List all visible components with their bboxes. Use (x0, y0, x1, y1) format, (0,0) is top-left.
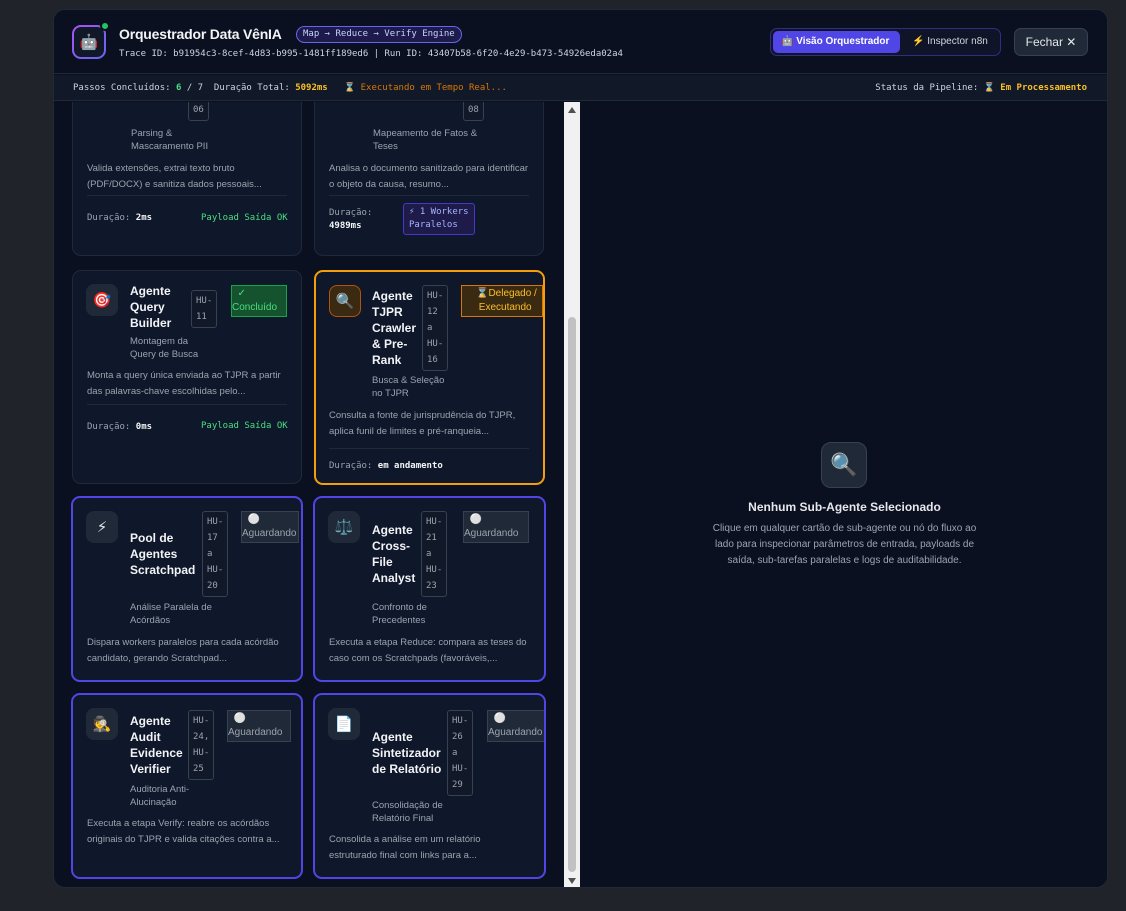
hu-badge: HU- 24, HU- 25 (188, 710, 215, 780)
agent-cards-grid: 06 Parsing & Mascaramento PII Valida ext… (54, 102, 564, 887)
agent-card-parsing[interactable]: 06 Parsing & Mascaramento PII Valida ext… (72, 102, 302, 256)
agent-subtitle: Mapeamento de Fatos & Teses (373, 128, 478, 152)
status-chip-waiting: ⚪ Aguardando (487, 710, 544, 742)
payload-status: Payload Saída OK (201, 421, 288, 431)
scroll-up-icon[interactable] (568, 107, 576, 113)
hu-badge: HU- 12 a HU- 16 (422, 285, 449, 371)
scroll-down-icon[interactable] (568, 878, 576, 884)
duration-value: 5092ms (295, 83, 328, 93)
status-bar: Passos Concluídos: 6 / 7 Duração Total: … (54, 75, 1107, 101)
engine-badge: Map → Reduce → Verify Engine (296, 26, 462, 43)
scales-icon: ⚖️ (328, 511, 360, 543)
live-status: ⌛ Executando em Tempo Real... (343, 83, 507, 93)
robot-logo-icon: 🤖 (72, 21, 110, 59)
agent-description: Consolida a análise em um relatório estr… (329, 834, 481, 861)
target-icon: 🎯 (86, 284, 118, 316)
agent-description: Executa a etapa Verify: reabre os acórdã… (87, 818, 280, 845)
agent-card-cross-file-analyst[interactable]: ⚖️ Agente Cross- File Analyst HU- 21 a H… (313, 496, 546, 682)
agent-name: Agente Sintetizador de Relatório (372, 730, 442, 776)
agent-card-query-builder[interactable]: 🎯 Agente Query Builder HU- 11 ✓ Concluíd… (72, 270, 302, 484)
view-toggle: 🤖 Visão Orquestrador ⚡ Inspector n8n (770, 28, 1001, 56)
tab-inspector-n8n[interactable]: ⚡ Inspector n8n (904, 31, 996, 53)
document-icon: 📄 (328, 708, 360, 740)
agent-description: Executa a etapa Reduce: compara as teses… (329, 637, 527, 664)
pipeline-label: Status da Pipeline: (875, 83, 979, 93)
status-chip-waiting: ⚪ Aguardando (227, 710, 291, 742)
trace-id: Trace ID: b91954c3-8cef-4d83-b995-1481ff… (119, 49, 623, 59)
hu-badge: HU- 26 a HU- 29 (447, 710, 474, 796)
inspector-panel: 🔍 Nenhum Sub-Agente Selecionado Clique e… (580, 102, 1107, 887)
card-divider (87, 404, 287, 405)
empty-state-description: Clique em qualquer cartão de sub-agente … (712, 523, 977, 566)
agent-subtitle: Auditoria Anti- Alucinação (130, 784, 190, 808)
duration-meta: Duração: 4989ms (329, 208, 373, 231)
steps-label: Passos Concluídos: (73, 83, 171, 93)
modal-header: 🤖 Orquestrador Data VênIA Map → Reduce →… (54, 10, 1107, 74)
status-chip-waiting: ⚪ Aguardando (463, 511, 529, 543)
agent-subtitle: Análise Paralela de Acórdãos (130, 602, 212, 626)
status-chip-done: ✓ Concluído (231, 285, 287, 317)
workers-badge: ⚡ 1 Workers Paralelos (403, 203, 475, 235)
duration-meta: Duração: 2ms (87, 213, 153, 223)
card-divider (329, 448, 529, 449)
tab-orchestrator-view[interactable]: 🤖 Visão Orquestrador (773, 31, 900, 53)
pipeline-value: ⌛ Em Processamento (983, 83, 1087, 93)
duration-label: Duração Total: (213, 83, 290, 93)
steps-done: 6 (175, 83, 182, 93)
duration-meta: Duração: em andamento (329, 461, 443, 471)
agent-subtitle: Montagem da Query de Busca (130, 336, 199, 360)
detective-icon: 🕵️ (86, 708, 118, 740)
agent-card-audit-verifier[interactable]: 🕵️ Agente Audit Evidence Verifier HU- 24… (71, 693, 303, 879)
scroll-thumb[interactable] (568, 317, 576, 872)
status-chip-waiting: ⚪ Aguardando (241, 511, 299, 543)
online-indicator (100, 21, 110, 31)
empty-state-title: Nenhum Sub-Agente Selecionado (748, 500, 941, 514)
agent-card-facts[interactable]: 08 Mapeamento de Fatos & Teses Analisa o… (314, 102, 544, 256)
pipeline-status: Status da Pipeline: ⌛ Em Processamento (875, 83, 1087, 93)
bolt-icon: ⚡ (86, 511, 118, 543)
hu-badge: HU- 17 a HU- 20 (202, 511, 229, 597)
payload-status: Payload Saída OK (201, 213, 288, 223)
agent-subtitle: Confronto de Precedentes (372, 602, 427, 626)
close-button[interactable]: Fechar ✕ (1014, 28, 1088, 56)
agent-card-tjpr-crawler[interactable]: 🔍 Agente TJPR Crawler & Pre- Rank HU- 12… (314, 270, 545, 485)
agent-name: Agente TJPR Crawler & Pre- Rank (372, 289, 417, 367)
agent-subtitle: Busca & Seleção no TJPR (372, 375, 445, 399)
agent-card-scratchpad-pool[interactable]: ⚡ Pool de Agentes Scratchpad HU- 17 a HU… (71, 496, 303, 682)
magnifier-icon: 🔍 (821, 442, 867, 488)
agent-description: Valida extensões, extrai texto bruto (PD… (87, 163, 262, 190)
orchestrator-modal: 🤖 Orquestrador Data VênIA Map → Reduce →… (53, 9, 1108, 888)
agent-description: Dispara workers paralelos para cada acór… (87, 637, 279, 664)
hu-badge: 06 (188, 102, 209, 121)
search-icon: 🔍 (329, 285, 361, 317)
agent-subtitle: Parsing & Mascaramento PII (131, 128, 209, 152)
agent-description: Monta a query única enviada ao TJPR a pa… (87, 370, 281, 397)
agent-name: Agente Query Builder (130, 284, 172, 330)
agent-description: Analisa o documento sanitizado para iden… (329, 163, 529, 190)
agent-name: Pool de Agentes Scratchpad (130, 531, 196, 577)
page-title: Orquestrador Data VênIA (119, 26, 282, 42)
card-divider (87, 195, 287, 196)
agent-description: Consulta a fonte de jurisprudência do TJ… (329, 410, 516, 437)
duration-meta: Duração: 0ms (87, 422, 153, 432)
agent-name: Agente Cross- File Analyst (372, 523, 416, 585)
hu-badge: 08 (463, 102, 484, 121)
cards-scrollbar[interactable] (564, 102, 580, 887)
hu-badge: HU- 21 a HU- 23 (421, 511, 448, 597)
card-divider (329, 195, 529, 196)
steps-total: / 7 (186, 83, 204, 93)
agent-subtitle: Consolidação de Relatório Final (372, 800, 443, 824)
status-chip-running: ⌛Delegado / Executando (461, 285, 543, 317)
run-progress: Passos Concluídos: 6 / 7 Duração Total: … (73, 83, 507, 93)
hu-badge: HU- 11 (191, 290, 218, 328)
agent-card-report-synthesizer[interactable]: 📄 Agente Sintetizador de Relatório HU- 2… (313, 693, 546, 879)
agent-name: Agente Audit Evidence Verifier (130, 714, 183, 776)
